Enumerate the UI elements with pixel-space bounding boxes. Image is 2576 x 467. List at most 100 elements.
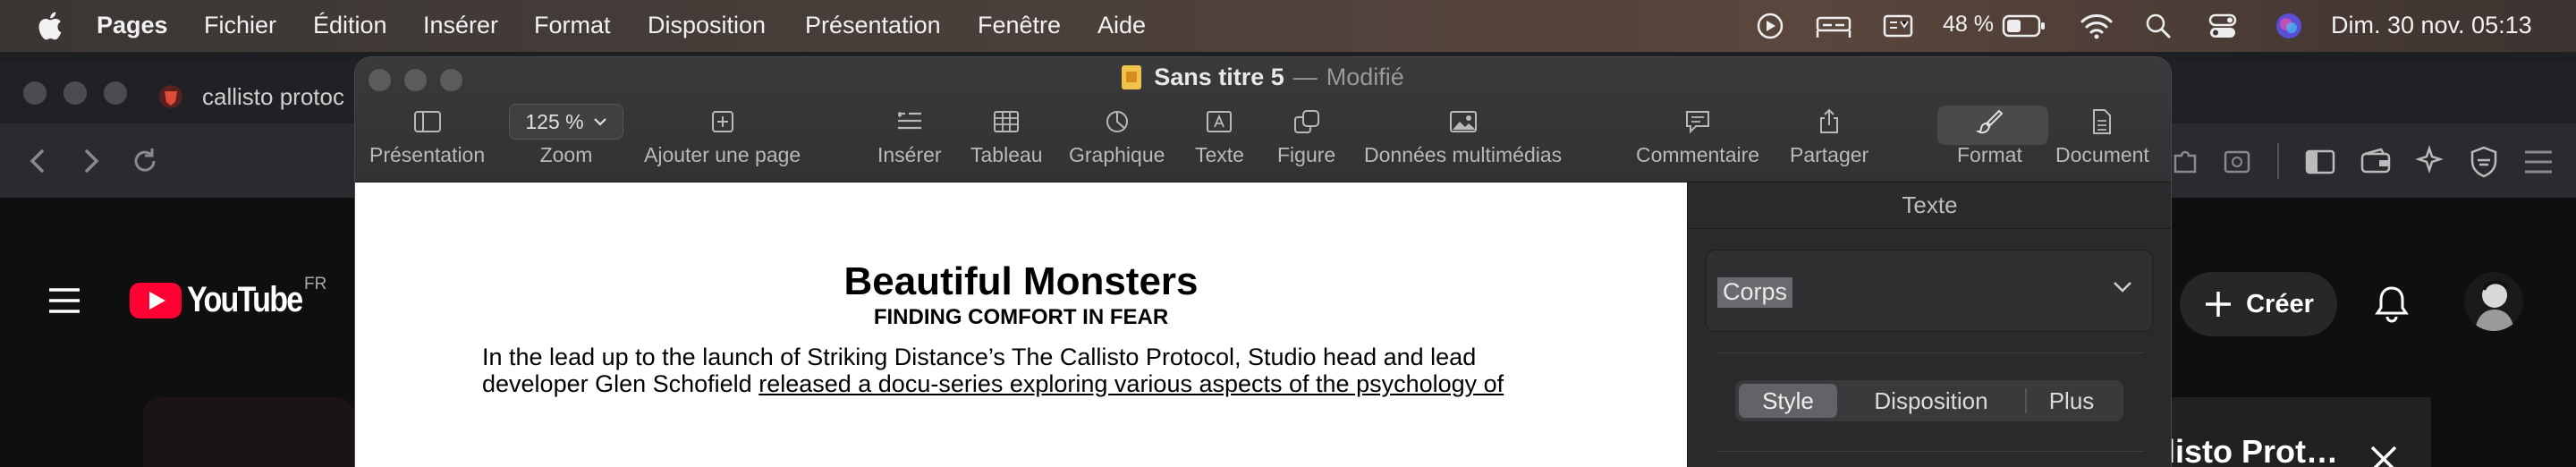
window-title: Sans titre 5 — Modifié bbox=[355, 64, 2171, 91]
spotlight-search-icon[interactable] bbox=[2145, 11, 2172, 41]
zoom-value: 125 % bbox=[525, 109, 584, 133]
apple-logo-icon[interactable] bbox=[36, 11, 63, 41]
media-label: Données multimédias bbox=[1364, 143, 1563, 166]
youtube-play-icon bbox=[130, 282, 182, 318]
menu-inserer[interactable]: Insérer bbox=[423, 12, 498, 39]
inspector-separator-2 bbox=[1716, 451, 2144, 452]
view-button[interactable]: Présentation bbox=[369, 106, 485, 167]
table-label: Tableau bbox=[970, 143, 1043, 166]
forward-arrow-icon[interactable] bbox=[79, 147, 102, 175]
body-hyperlink[interactable]: released a docu-series exploring various… bbox=[758, 370, 1504, 397]
media-button[interactable]: Données multimédias bbox=[1364, 106, 1562, 167]
create-button-label: Créer bbox=[2246, 289, 2314, 318]
close-icon[interactable] bbox=[2368, 444, 2399, 467]
segment-disposition[interactable]: Disposition bbox=[1837, 384, 2025, 418]
clock-datetime[interactable]: Dim. 30 nov. 05:13 bbox=[2331, 12, 2532, 39]
table-button[interactable]: Tableau bbox=[970, 106, 1043, 167]
add-page-button[interactable]: Ajouter une page bbox=[644, 106, 801, 167]
zoom-dropdown[interactable]: 125 % bbox=[509, 104, 623, 140]
toolbar-divider bbox=[2277, 143, 2279, 179]
browser-minimize-button[interactable] bbox=[64, 81, 87, 105]
notifications-bell-icon[interactable] bbox=[2374, 284, 2410, 324]
segment-plus[interactable]: Plus bbox=[2027, 384, 2116, 418]
create-button[interactable]: Créer bbox=[2180, 272, 2337, 336]
document-icon bbox=[2093, 109, 2112, 134]
extension-puzzle-icon[interactable] bbox=[2170, 147, 2200, 177]
bed-icon[interactable] bbox=[1814, 11, 1853, 41]
document-name[interactable]: Sans titre 5 bbox=[1154, 64, 1284, 91]
chevron-down-icon bbox=[593, 118, 606, 126]
segment-style[interactable]: Style bbox=[1739, 384, 1837, 418]
brave-favicon-icon bbox=[159, 85, 182, 108]
zoom-control[interactable]: 125 % Zoom bbox=[509, 104, 623, 167]
document-subheading[interactable]: FINDING COMFORT IN FEAR bbox=[355, 305, 1687, 330]
photo-icon bbox=[1449, 111, 1477, 132]
inspector-tab-text[interactable]: Texte bbox=[1688, 191, 2171, 219]
mini-player-title: listo Prot… bbox=[2166, 433, 2339, 467]
siri-icon[interactable] bbox=[2274, 11, 2304, 41]
share-button[interactable]: Partager bbox=[1790, 106, 1868, 167]
paragraph-style-selector[interactable]: Corps bbox=[1706, 250, 2153, 332]
brave-shields-icon[interactable] bbox=[2469, 145, 2499, 179]
zoom-label: Zoom bbox=[539, 143, 593, 166]
format-button[interactable]: Format bbox=[1957, 106, 2022, 167]
browser-tab[interactable]: callisto protoc bbox=[157, 72, 344, 122]
insert-button[interactable]: Insérer bbox=[877, 106, 942, 167]
document-status: Modifié bbox=[1326, 64, 1404, 90]
browser-zoom-button[interactable] bbox=[104, 81, 127, 105]
view-label: Présentation bbox=[369, 143, 486, 166]
chart-label: Graphique bbox=[1069, 143, 1165, 166]
inspector-segmented-control: Style Disposition Plus bbox=[1735, 380, 2123, 421]
menu-format[interactable]: Format bbox=[534, 12, 611, 39]
back-arrow-icon[interactable] bbox=[27, 147, 50, 175]
menu-bar: Pages Fichier Édition Insérer Format Dis… bbox=[0, 0, 2576, 52]
hamburger-menu-icon[interactable] bbox=[47, 287, 81, 314]
control-center-icon[interactable] bbox=[2207, 11, 2238, 41]
browser-menu-icon[interactable] bbox=[2522, 149, 2555, 175]
avatar-portrait-icon bbox=[2464, 272, 2523, 331]
account-avatar[interactable] bbox=[2464, 272, 2523, 331]
screen-recording-icon[interactable] bbox=[1755, 11, 1785, 41]
battery-percent: 48 % bbox=[1943, 12, 1994, 37]
text-button[interactable]: Texte bbox=[1195, 106, 1244, 167]
menu-fichier[interactable]: Fichier bbox=[204, 12, 276, 39]
inspector-separator bbox=[1716, 352, 2144, 353]
share-icon bbox=[1820, 108, 1839, 133]
menu-fenetre[interactable]: Fenêtre bbox=[978, 12, 1061, 39]
leo-ai-icon[interactable] bbox=[2413, 145, 2445, 177]
chevron-down-icon bbox=[2114, 282, 2131, 293]
table-icon bbox=[994, 111, 1020, 132]
format-inspector: Texte Corps Style Disposition Plus bbox=[1687, 183, 2171, 467]
text-label: Texte bbox=[1195, 143, 1244, 166]
reload-icon[interactable] bbox=[129, 145, 161, 177]
chart-button[interactable]: Graphique bbox=[1069, 106, 1165, 167]
shape-button[interactable]: Figure bbox=[1277, 106, 1335, 167]
plus-icon bbox=[2206, 292, 2232, 317]
menu-presentation[interactable]: Présentation bbox=[805, 12, 941, 39]
body-line-2-text: developer Glen Schofield bbox=[482, 370, 759, 397]
comment-label: Commentaire bbox=[1636, 143, 1760, 166]
battery-icon[interactable] bbox=[2002, 11, 2046, 41]
youtube-region-code: FR bbox=[304, 275, 327, 293]
pages-window: Sans titre 5 — Modifié Présentation 125 … bbox=[355, 57, 2171, 467]
menu-app-name[interactable]: Pages bbox=[97, 12, 168, 39]
document-button[interactable]: Document bbox=[2055, 106, 2149, 167]
document-canvas[interactable]: Beautiful Monsters FINDING COMFORT IN FE… bbox=[355, 183, 1687, 467]
document-heading[interactable]: Beautiful Monsters bbox=[355, 259, 1687, 304]
wifi-icon[interactable] bbox=[2080, 11, 2113, 41]
wallet-icon[interactable] bbox=[2360, 147, 2392, 177]
document-body-paragraph[interactable]: In the lead up to the launch of Striking… bbox=[482, 344, 1538, 397]
paintbrush-icon bbox=[1976, 109, 2004, 134]
youtube-logo[interactable]: YouTube bbox=[130, 280, 322, 320]
menu-disposition[interactable]: Disposition bbox=[648, 12, 766, 39]
sidebar-toggle-icon[interactable] bbox=[2304, 147, 2336, 177]
insert-label: Insérer bbox=[877, 143, 942, 166]
add-page-label: Ajouter une page bbox=[644, 143, 801, 166]
comment-button[interactable]: Commentaire bbox=[1636, 106, 1759, 167]
media-controls-icon[interactable] bbox=[2222, 147, 2252, 177]
menu-aide[interactable]: Aide bbox=[1097, 12, 1146, 39]
browser-close-button[interactable] bbox=[23, 81, 47, 105]
menu-edition[interactable]: Édition bbox=[313, 12, 387, 39]
keyboard-input-icon[interactable] bbox=[1882, 11, 1914, 41]
video-thumbnail[interactable] bbox=[143, 397, 354, 467]
